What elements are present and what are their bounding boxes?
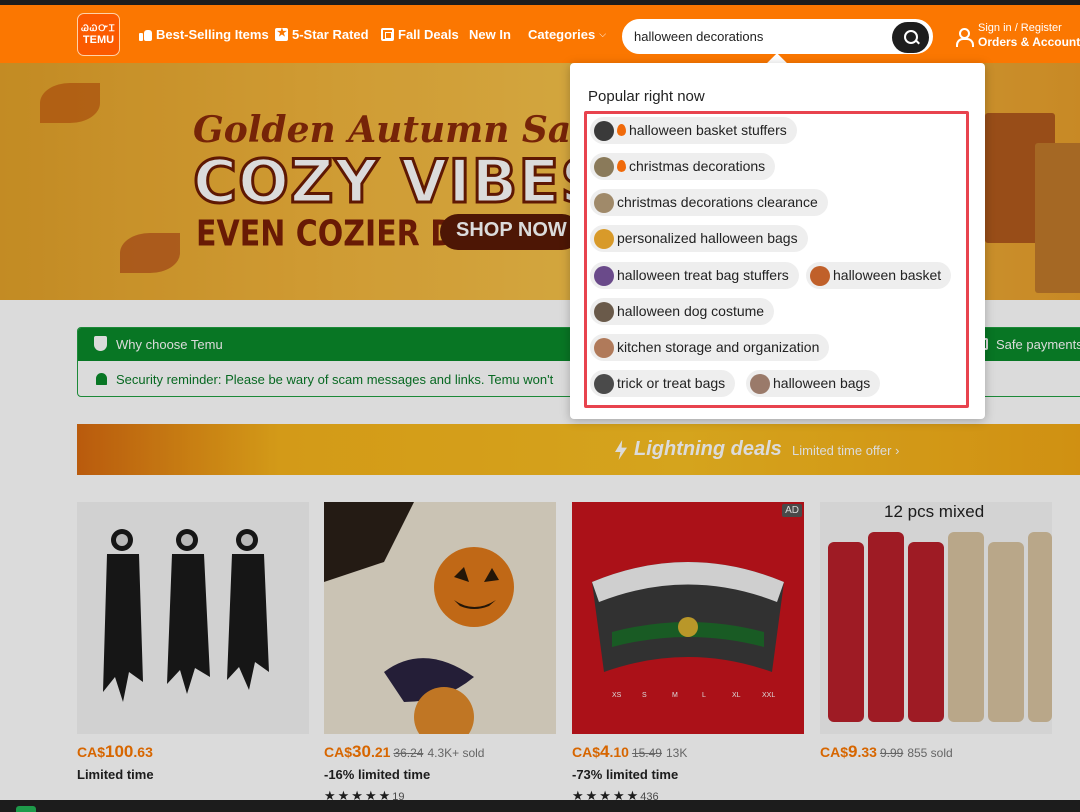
page: ᏊᏇᏅᏆ TEMU Best-Selling Items 5-Star Rate… [0,0,1080,812]
account-menu[interactable]: Sign in / Register Orders & Account [955,22,1080,52]
nav-label: New In [469,26,511,42]
popular-searches-dropdown: Popular right now halloween basket stuff… [570,63,985,419]
flame-icon [617,160,626,172]
chip-thumbnail [594,374,614,394]
nav-label: 5-Star Rated [292,26,369,42]
nav-five-star[interactable]: 5-Star Rated [275,25,369,43]
chip-thumbnail [594,157,614,177]
popular-chip[interactable]: halloween treat bag stuffers [590,262,799,289]
logo-text: TEMU [82,34,115,46]
taskbar-app-icon[interactable] [16,806,36,812]
chip-thumbnail [594,266,614,286]
orders-account-label: Orders & Account [978,35,1080,49]
search-bar[interactable]: halloween decorations [620,17,935,56]
chip-thumbnail [594,302,614,322]
popular-chip[interactable]: christmas decorations clearance [590,189,828,216]
search-input[interactable]: halloween decorations [634,29,763,44]
nav-fall-deals[interactable]: Fall Deals [381,25,459,43]
chip-thumbnail [594,193,614,213]
user-icon [955,28,974,47]
popular-chip[interactable]: personalized halloween bags [590,225,808,252]
thumbs-up-icon [139,28,152,41]
logo-glyphs: ᏊᏇᏅᏆ [81,23,116,33]
nav-new-in[interactable]: New In [469,25,511,43]
popular-chip[interactable]: christmas decorations [590,153,776,180]
flame-icon [617,124,626,136]
deals-icon [381,27,394,41]
os-taskbar [0,800,1080,812]
popular-chip[interactable]: trick or treat bags [590,370,736,397]
chip-thumbnail [594,121,614,141]
chip-thumbnail [594,338,614,358]
temu-logo[interactable]: ᏊᏇᏅᏆ TEMU [77,13,120,56]
search-button[interactable] [892,22,929,53]
nav-categories[interactable]: Categories ⌵ [528,25,606,43]
nav-label: Categories [528,26,596,42]
popular-chip[interactable]: kitchen storage and organization [590,334,830,361]
chip-thumbnail [594,229,614,249]
nav-label: Fall Deals [398,26,459,42]
chevron-down-icon: ⌵ [599,28,607,39]
chip-thumbnail [810,266,830,286]
popular-title: Popular right now [588,88,705,105]
popular-chip[interactable]: halloween dog costume [590,298,775,325]
popular-chip[interactable]: halloween basket [806,262,952,289]
popular-chip[interactable]: halloween bags [746,370,881,397]
popular-chip[interactable]: halloween basket stuffers [590,117,797,144]
signin-label: Sign in / Register [978,22,1062,34]
site-header: ᏊᏇᏅᏆ TEMU Best-Selling Items 5-Star Rate… [0,5,1080,63]
chip-thumbnail [750,374,770,394]
star-icon [275,26,288,41]
nav-best-selling[interactable]: Best-Selling Items [139,25,269,43]
nav-label: Best-Selling Items [156,26,269,42]
